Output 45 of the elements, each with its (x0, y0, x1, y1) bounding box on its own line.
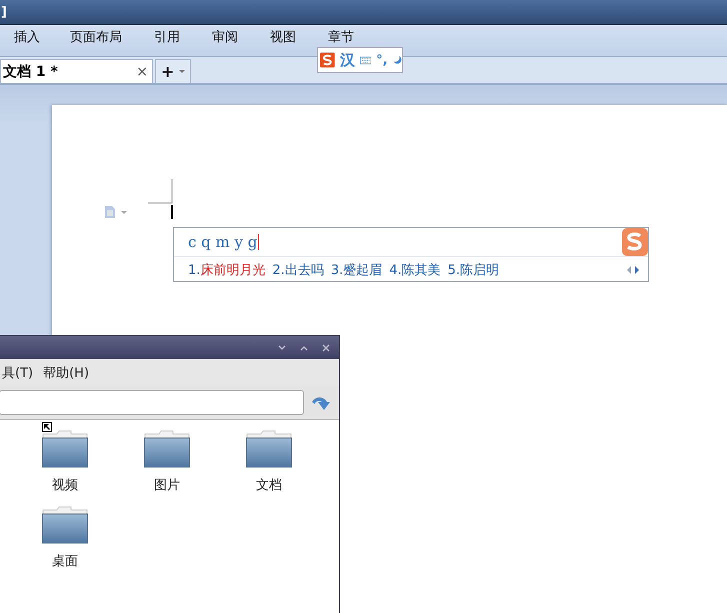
maximize-icon[interactable] (299, 344, 309, 352)
folder-icon[interactable] (42, 506, 88, 544)
window-title: ] (0, 4, 7, 20)
close-icon[interactable] (321, 342, 331, 352)
minimize-icon[interactable] (277, 344, 287, 352)
document-tab[interactable]: 文档 1 * × (0, 59, 153, 83)
menu-item[interactable]: 页面布局 (70, 30, 122, 44)
input-mode-button[interactable]: 汉 (340, 50, 355, 70)
candidate-number: 1. (188, 263, 200, 278)
folder-icon[interactable] (246, 430, 292, 468)
page-arrows-icon[interactable] (626, 265, 640, 275)
candidate-item[interactable]: 陈其美 (402, 263, 441, 278)
folder-name: 文档 (256, 477, 282, 494)
folder-name: 桌面 (52, 553, 78, 570)
new-tab-button[interactable]: + (155, 59, 191, 83)
folder-name: 图片 (154, 477, 180, 494)
text-cursor (258, 234, 260, 250)
address-field[interactable] (0, 390, 304, 415)
candidate-item[interactable]: 出去吗 (284, 263, 324, 278)
candidate-item[interactable]: 蹙起眉 (343, 263, 382, 278)
punctuation-button[interactable]: °, (376, 52, 388, 68)
menu-item[interactable]: 插入 (14, 30, 40, 44)
document-icon[interactable] (104, 205, 128, 219)
menu-item[interactable]: 章节 (328, 30, 354, 44)
candidate-item[interactable]: 床前明月光 (200, 263, 266, 278)
keyboard-icon[interactable] (360, 54, 372, 66)
menu-item[interactable]: 帮助(H) (43, 364, 90, 382)
caret-icon[interactable] (179, 70, 186, 73)
candidate-item[interactable]: 陈启明 (460, 263, 500, 278)
candidate-number: 2. (272, 263, 285, 278)
tab-label: 文档 1 * (3, 62, 58, 80)
margin-corner-mark (148, 179, 173, 204)
candidate-number: 5. (448, 263, 460, 278)
folder-name: 视频 (52, 477, 78, 494)
folder-icon[interactable] (42, 430, 88, 468)
candidate-number: 3. (330, 263, 344, 278)
menu-item[interactable]: 视图 (270, 30, 296, 44)
text-cursor (171, 205, 173, 219)
menu-item[interactable]: 引用 (154, 30, 180, 44)
menu-item[interactable]: 具(T) (2, 364, 34, 382)
menu-item[interactable]: 审阅 (212, 30, 238, 44)
close-icon[interactable]: × (136, 64, 148, 80)
candidate-number: 4. (389, 263, 402, 278)
folder-icon[interactable] (144, 430, 190, 468)
pinyin-text: c q m y g (188, 233, 258, 251)
